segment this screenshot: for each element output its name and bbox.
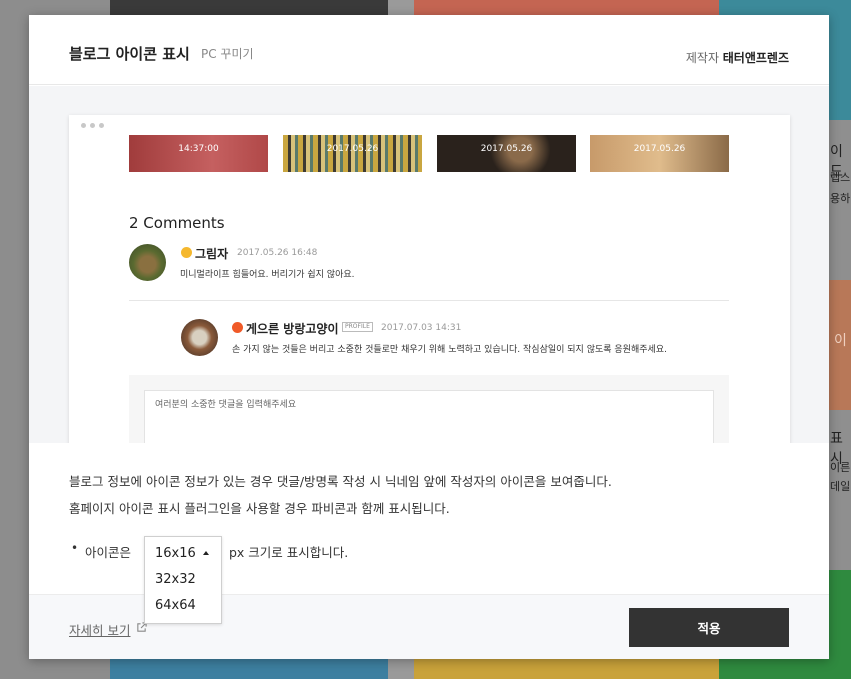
author-name: 태터앤프렌즈 (722, 51, 789, 65)
comments-title: 2 Comments (129, 214, 225, 232)
select-option-64[interactable]: 64x64 (155, 598, 196, 613)
icon-size-label: 아이콘은 (85, 545, 132, 560)
badge-icon (232, 322, 243, 333)
background-tile-2 (110, 0, 388, 15)
background-text: 이른 (830, 461, 851, 474)
preview-area: 14:37:00 2017.05.26 2017.05.26 2017.05.2… (29, 86, 829, 443)
apply-button[interactable]: 적용 (629, 608, 789, 647)
window-dots-icon (81, 123, 104, 128)
post-thumbnail: 14:37:00 (129, 135, 268, 172)
post-thumbnail: 2017.05.26 (283, 135, 422, 172)
avatar (181, 319, 218, 356)
background-text: 이 (834, 333, 847, 349)
thumbnail-label: 2017.05.26 (633, 144, 686, 154)
dialog-header: 블로그 아이콘 표시 PC 꾸미기 제작자 태터앤프렌즈 (29, 15, 829, 85)
comment-input[interactable]: 여러분의 소중한 댓글을 입력해주세요 (144, 390, 714, 443)
preview-window: 14:37:00 2017.05.26 2017.05.26 2017.05.2… (69, 115, 790, 443)
background-text: 용하 (830, 192, 851, 205)
caret-up-icon[interactable] (203, 551, 209, 555)
comment-text: 손 가지 않는 것들은 버리고 소중한 것들로만 채우기 위해 노력하고 있습니… (232, 345, 667, 355)
icon-size-select[interactable]: 16x16 32x32 64x64 (144, 536, 222, 624)
comment-form: 여러분의 소중한 댓글을 입력해주세요 (129, 375, 729, 443)
icon-size-suffix: px 크기로 표시합니다. (229, 545, 349, 560)
background-text: 데일 (830, 480, 851, 493)
post-thumbnail: 2017.05.26 (590, 135, 729, 172)
divider (129, 300, 729, 301)
profile-tag: PROFILE (342, 322, 373, 332)
background-tile-11 (414, 659, 719, 679)
comment-author: 게으른 방랑고양이 (246, 322, 339, 336)
bullet: • (71, 541, 79, 555)
badge-icon (181, 247, 192, 258)
background-text: 렙스 (830, 171, 851, 184)
thumbnail-label: 2017.05.26 (326, 144, 379, 154)
description-line: 블로그 정보에 아이콘 정보가 있는 경우 댓글/방명록 작성 시 닉네임 앞에… (69, 474, 612, 489)
background-tile-10 (110, 659, 388, 679)
dialog-title: 블로그 아이콘 표시 (69, 45, 190, 63)
avatar (129, 244, 166, 281)
plugin-dialog: 블로그 아이콘 표시 PC 꾸미기 제작자 태터앤프렌즈 14:37:00 20… (29, 15, 829, 659)
comment-date: 2017.05.26 16:48 (237, 248, 318, 258)
comment-date: 2017.07.03 14:31 (381, 323, 462, 333)
select-option-16[interactable]: 16x16 (155, 546, 196, 561)
description-line: 홈페이지 아이콘 표시 플러그인을 사용할 경우 파비콘과 함께 표시됩니다. (69, 501, 450, 516)
post-thumbnail: 2017.05.26 (437, 135, 576, 172)
author-label: 제작자 (685, 51, 719, 65)
comment-author: 그림자 (195, 247, 229, 261)
dialog-subtitle: PC 꾸미기 (201, 47, 254, 61)
more-info-link[interactable]: 자세히 보기 (69, 620, 130, 639)
background-tile-4 (414, 0, 719, 15)
comment-text: 미니멀라이프 힘들어요. 버리기가 쉽지 않아요. (180, 270, 355, 280)
thumbnail-label: 14:37:00 (178, 144, 219, 154)
select-option-32[interactable]: 32x32 (155, 572, 196, 587)
thumbnail-label: 2017.05.26 (480, 144, 533, 154)
